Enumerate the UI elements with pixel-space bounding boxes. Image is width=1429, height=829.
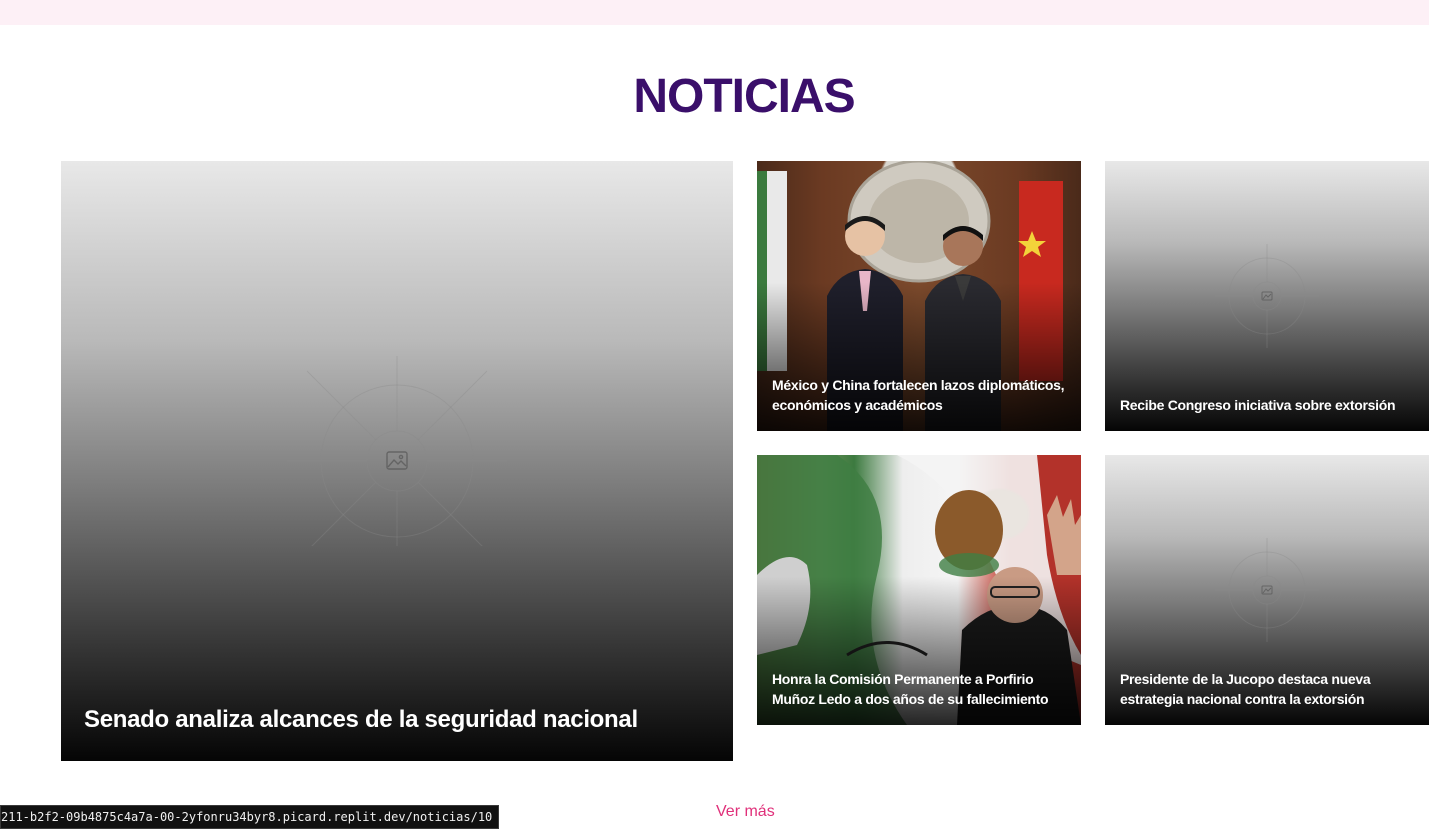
top-banner-strip (0, 0, 1429, 25)
news-card[interactable]: Honra la Comisión Permanente a Porfirio … (757, 455, 1081, 725)
featured-news-title: Senado analiza alcances de la seguridad … (84, 706, 638, 733)
image-placeholder-icon (287, 356, 507, 546)
section-title: NOTICIAS (633, 70, 855, 123)
news-card-title: Presidente de la Jucopo destaca nueva es… (1120, 671, 1371, 707)
news-card[interactable]: Presidente de la Jucopo destaca nueva es… (1105, 455, 1429, 725)
news-card-title: Honra la Comisión Permanente a Porfirio … (772, 671, 1049, 707)
news-card[interactable]: Recibe Congreso iniciativa sobre extorsi… (1105, 161, 1429, 431)
see-more-link[interactable]: Ver más (716, 803, 775, 821)
featured-news-card[interactable]: Senado analiza alcances de la seguridad … (61, 161, 733, 761)
status-bar-url: 211-b2f2-09b4875c4a7a-00-2yfonru34byr8.p… (0, 805, 500, 829)
image-placeholder-icon (1215, 244, 1319, 348)
news-card[interactable]: México y China fortalecen lazos diplomát… (757, 161, 1081, 431)
news-card-title: México y China fortalecen lazos diplomát… (772, 377, 1065, 413)
news-card-title: Recibe Congreso iniciativa sobre extorsi… (1120, 397, 1396, 413)
image-placeholder-icon (1215, 538, 1319, 642)
